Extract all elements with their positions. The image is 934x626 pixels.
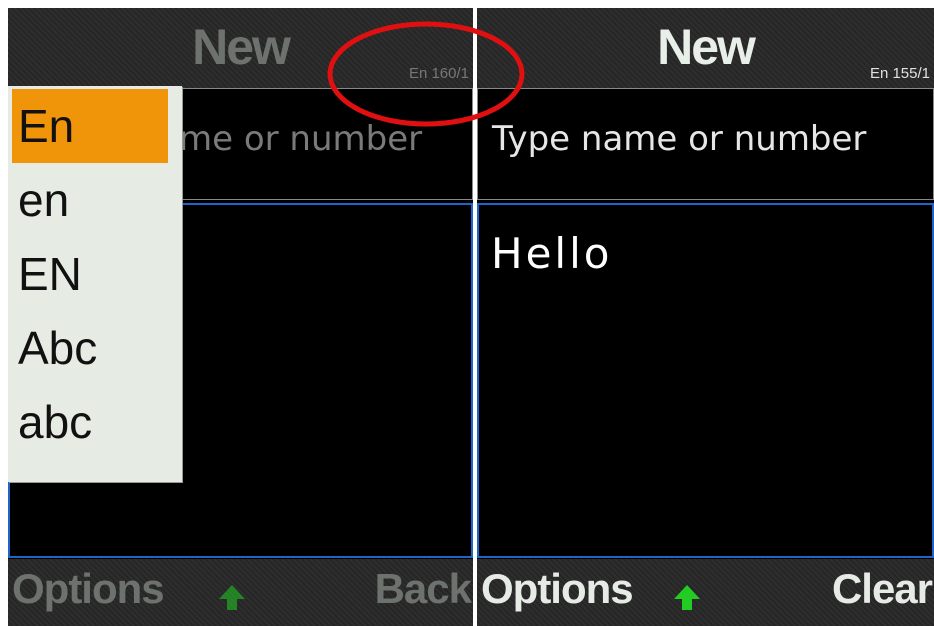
options-softkey[interactable]: Options	[12, 565, 165, 613]
right-screen: New En 155/1 Type name or number Hello O…	[477, 8, 934, 626]
input-mode-counter: En 155/1	[869, 65, 930, 82]
clear-softkey[interactable]: Clear	[832, 565, 933, 613]
mode-item-Abc[interactable]: Abc	[8, 311, 182, 385]
softkey-bar: Options Back	[8, 559, 473, 626]
message-text: Hello	[491, 229, 613, 278]
title-bar: New En 155/1	[477, 8, 934, 88]
recipient-placeholder: Type name or number	[492, 119, 867, 159]
recipient-field[interactable]: Type name or number	[477, 88, 934, 200]
arrow-up-icon	[219, 585, 245, 610]
back-softkey[interactable]: Back	[375, 565, 472, 613]
mode-item-en[interactable]: en	[8, 163, 182, 237]
recipient-placeholder: me or number	[179, 119, 423, 159]
mode-item-En[interactable]: En	[12, 89, 168, 163]
input-mode-menu: En en EN Abc abc	[8, 86, 182, 482]
title-bar: New En 160/1	[8, 8, 473, 88]
arrow-up-icon	[674, 585, 700, 610]
options-softkey[interactable]: Options	[481, 565, 634, 613]
message-area[interactable]: Hello	[477, 203, 934, 558]
softkey-bar: Options Clear	[477, 559, 934, 626]
screen-title: New	[657, 19, 756, 75]
mode-item-abc[interactable]: abc	[8, 385, 182, 459]
mode-item-EN[interactable]: EN	[8, 237, 182, 311]
screen-title: New	[192, 19, 291, 75]
input-mode-counter: En 160/1	[408, 65, 469, 82]
